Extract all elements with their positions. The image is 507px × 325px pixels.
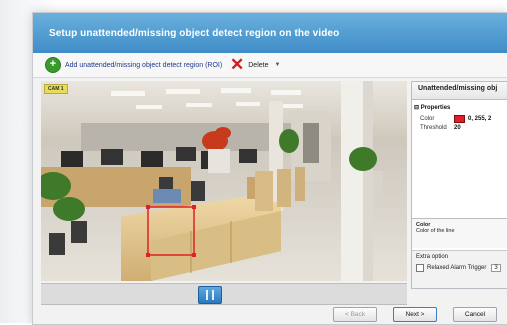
delete-button[interactable]: ✕ Delete ▼ [230, 55, 281, 74]
trigger-option: Relaxed Alarm Trigger 3 [416, 264, 505, 272]
trigger-stepper[interactable]: 3 [491, 264, 501, 272]
next-button[interactable]: Next > [393, 307, 437, 322]
options-title: Extra option [416, 254, 449, 260]
description-box: Color Color of the line [412, 218, 507, 248]
property-key: Color [420, 115, 435, 122]
dialog-title-bar: Setup unattended/missing object detect r… [33, 13, 507, 53]
add-roi-label: Add unattended/missing object detect reg… [65, 61, 223, 69]
property-row-color[interactable]: Color 0, 255, 2 [414, 114, 507, 123]
dialog-footer: < Back Next > Cancel [33, 305, 507, 324]
toolbar: + Add unattended/missing object detect r… [33, 53, 507, 78]
camera-label: CAM 1 [44, 84, 68, 94]
threshold-value: 20 [454, 124, 461, 131]
property-key: Threshold [420, 124, 447, 131]
property-row-threshold[interactable]: Threshold 20 [414, 123, 507, 132]
timeline-slider[interactable] [41, 283, 407, 305]
description-text: Color of the line [416, 228, 455, 234]
slider-thumb[interactable] [198, 286, 222, 304]
delete-x-icon: ✕ [230, 55, 245, 74]
setup-dialog: Setup unattended/missing object detect r… [32, 12, 507, 325]
color-swatch [454, 114, 465, 123]
back-button[interactable]: < Back [333, 307, 377, 322]
extra-options: Extra option Relaxed Alarm Trigger 3 [412, 250, 507, 288]
delete-label: Delete [248, 61, 269, 69]
trigger-label: Relaxed Alarm Trigger [427, 265, 487, 271]
collapse-icon[interactable]: ⊟ [414, 105, 419, 111]
video-preview[interactable]: CAM 1 [41, 81, 407, 281]
add-roi-button[interactable]: + Add unattended/missing object detect r… [45, 57, 222, 73]
cancel-button[interactable]: Cancel [453, 307, 497, 322]
properties-title: ⊟ Properties [414, 104, 507, 111]
trigger-checkbox[interactable] [416, 264, 424, 272]
properties-section: ⊟ Properties Color 0, 255, 2 Threshold 2… [414, 104, 507, 132]
dialog-title: Setup unattended/missing object detect r… [49, 28, 340, 39]
chevron-down-icon: ▼ [274, 62, 281, 68]
plus-icon: + [45, 57, 61, 73]
property-value: 0, 255, 2 [454, 114, 492, 123]
properties-title-label: Properties [420, 105, 451, 111]
office-scene-image [41, 81, 407, 281]
properties-panel: Unattended/missing obj ⊟ Properties Colo… [411, 81, 507, 289]
panel-header: Unattended/missing obj [412, 82, 507, 100]
color-value: 0, 255, 2 [468, 115, 492, 122]
